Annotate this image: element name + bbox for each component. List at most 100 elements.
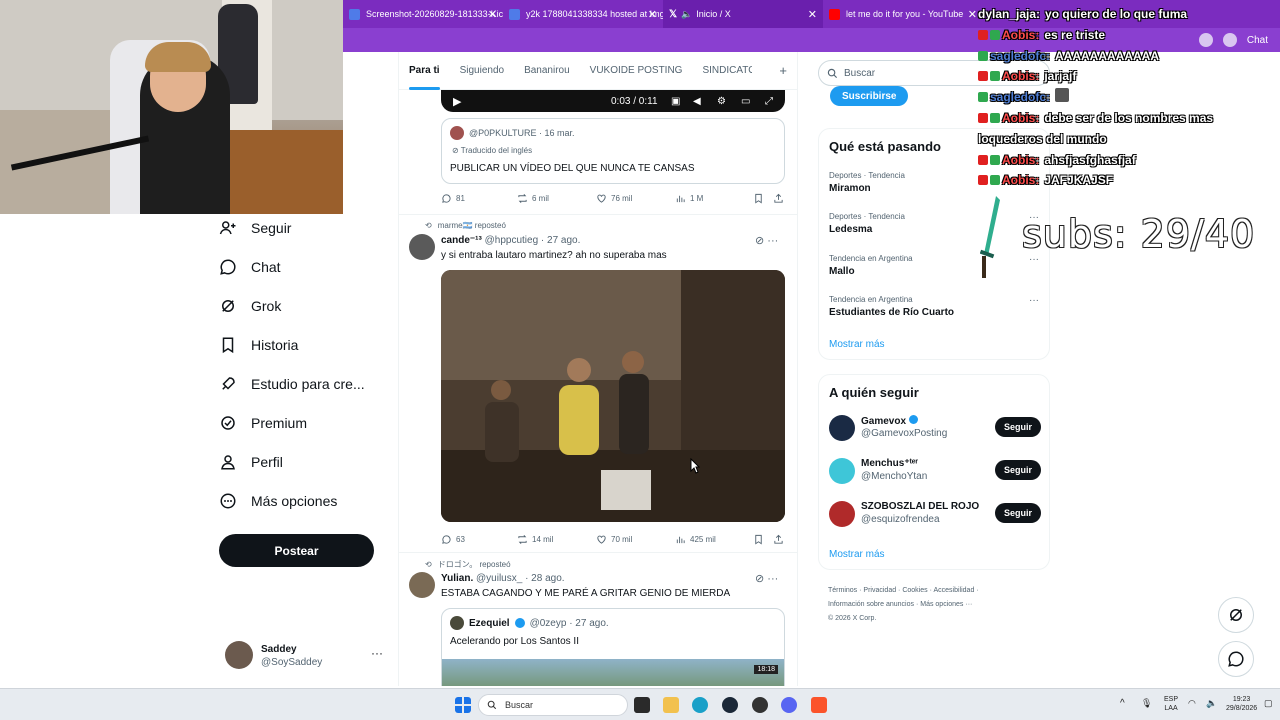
post-menu[interactable]: ⊘ ···: [755, 234, 778, 247]
repost-button[interactable]: 14 mil: [517, 534, 553, 545]
follow-button[interactable]: Seguir: [994, 417, 1041, 437]
footer-link[interactable]: Términos: [828, 587, 857, 594]
quote-video[interactable]: 18:18: [442, 659, 784, 686]
trend-item[interactable]: Deportes · Tendencia Ledesma ···: [829, 212, 1039, 235]
footer-link[interactable]: Información sobre anuncios: [828, 601, 914, 608]
grok-fab-button[interactable]: [1218, 597, 1254, 633]
sidebar-item-seguir[interactable]: Seguir: [219, 214, 291, 242]
add-tab-icon[interactable]: +: [779, 63, 787, 78]
post[interactable]: ⟲ ドロゴン。 reposteó Yulian. @yuilusx_ · 28 a…: [399, 553, 797, 686]
close-icon[interactable]: ✕: [488, 8, 497, 21]
sidebar-item-grok[interactable]: Grok: [219, 292, 281, 320]
views-button[interactable]: 425 mil: [675, 534, 716, 545]
post-video[interactable]: [441, 270, 785, 522]
follow-suggestion[interactable]: SZOBOSZLAI DEL ROJO @esquizofrendea Segu…: [829, 499, 1041, 531]
tab-siguiendo[interactable]: Siguiendo: [450, 52, 514, 90]
more-icon[interactable]: ···: [371, 646, 383, 660]
steam-icon[interactable]: [722, 697, 738, 713]
sidebar-item-estudio[interactable]: Estudio para cre...: [219, 370, 365, 398]
more-icon[interactable]: ···: [767, 573, 778, 585]
tab-para-ti[interactable]: Para ti: [399, 52, 450, 90]
views-button[interactable]: 1 M: [675, 193, 703, 204]
post[interactable]: ▶ 0:03 / 0:11 ▣ ◀ ⚙ ▭ ⤢ @P0PKULTURE · 16…: [399, 90, 797, 215]
microphone-icon[interactable]: 🎙: [1141, 699, 1152, 708]
close-icon[interactable]: ✕: [808, 8, 817, 21]
chevron-up-icon[interactable]: ^: [1120, 699, 1125, 709]
post-author[interactable]: cande⁻¹³ @hppcutieg · 27 ago.: [441, 235, 580, 246]
discord-icon[interactable]: [781, 697, 797, 713]
like-button[interactable]: 76 mil: [596, 193, 632, 204]
sidebar-item-perfil[interactable]: Perfil: [219, 448, 283, 476]
browser-tab[interactable]: Screenshot-20260829-181333-Kic ✕: [343, 0, 503, 28]
post-button[interactable]: Postear: [219, 534, 374, 567]
quoted-post[interactable]: Ezequiel @0zeyp · 27 ago. Acelerando por…: [441, 608, 785, 686]
follow-button[interactable]: Seguir: [994, 503, 1041, 523]
grok-icon[interactable]: ⊘: [755, 235, 764, 247]
play-icon[interactable]: ▶: [453, 95, 461, 108]
footer-link[interactable]: Más opciones ···: [920, 601, 972, 608]
language-indicator[interactable]: ESP LAA: [1164, 695, 1178, 713]
repost-button[interactable]: 6 mil: [517, 193, 549, 204]
show-more-link[interactable]: Mostrar más: [829, 549, 885, 560]
follow-suggestion[interactable]: Menchus⁺ᵗᵉʳ @MenchoYtan Seguir: [829, 456, 1041, 488]
speaker-icon[interactable]: 🔈: [1206, 699, 1217, 708]
clock[interactable]: 19:23 29/8/2026: [1226, 695, 1257, 713]
sidebar-item-premium[interactable]: Premium: [219, 409, 307, 437]
folder-icon[interactable]: [663, 697, 679, 713]
obs-icon[interactable]: [752, 697, 768, 713]
captions-icon[interactable]: ▣: [671, 96, 680, 107]
brave-icon[interactable]: [811, 697, 827, 713]
terminal-icon[interactable]: [634, 697, 650, 713]
sidebar-item-chat[interactable]: Chat: [219, 253, 281, 281]
like-button[interactable]: 70 mil: [596, 534, 632, 545]
close-icon[interactable]: ✕: [648, 8, 657, 21]
speaker-icon[interactable]: 🔈: [681, 9, 692, 20]
trend-item[interactable]: Tendencia en Argentina Estudiantes de Río…: [829, 295, 1039, 318]
quoted-post[interactable]: @P0PKULTURE · 16 mar. ⊘ Traducido del in…: [441, 118, 785, 184]
avatar[interactable]: [409, 234, 435, 260]
bookmark-button[interactable]: [753, 534, 764, 545]
post-actions: 63 14 mil 70 mil 425 mil: [441, 534, 785, 550]
windows-start-icon[interactable]: [455, 697, 471, 713]
reply-button[interactable]: 63: [441, 534, 465, 545]
post-menu[interactable]: ⊘ ···: [755, 572, 778, 585]
tab-sindicato[interactable]: SINDICATO: [692, 52, 752, 90]
footer-link[interactable]: Cookies: [902, 587, 927, 594]
footer-link[interactable]: Accesibilidad: [933, 587, 974, 594]
show-more-link[interactable]: Mostrar más: [829, 339, 885, 350]
grok-icon[interactable]: ⊘: [755, 573, 764, 585]
browser-tab[interactable]: y2k 1788041338334 hosted at Img ✕: [503, 0, 663, 28]
account-switcher[interactable]: Saddey @SoySaddey ···: [225, 641, 395, 673]
trend-item[interactable]: Tendencia en Argentina Mallo ···: [829, 254, 1039, 277]
wifi-icon[interactable]: ◠: [1188, 699, 1196, 708]
more-icon[interactable]: ···: [1029, 295, 1039, 306]
messages-fab-button[interactable]: [1218, 641, 1254, 677]
bookmark-button[interactable]: [753, 193, 764, 204]
avatar[interactable]: [409, 572, 435, 598]
tab-vukoide[interactable]: VUKOIDE POSTING: [580, 52, 693, 90]
reply-button[interactable]: 81: [441, 193, 465, 204]
tab-bananirou[interactable]: Bananirou: [514, 52, 580, 90]
post-author[interactable]: Yulian. @yuilusx_ · 28 ago.: [441, 573, 565, 584]
subscribe-button[interactable]: Suscribirse: [830, 86, 909, 106]
edge-icon[interactable]: [692, 697, 708, 713]
follow-suggestion[interactable]: Gamevox @GamevoxPosting Seguir: [829, 413, 1041, 445]
chat-username: Aobis:: [1002, 110, 1040, 125]
more-icon[interactable]: ···: [767, 235, 778, 247]
share-button[interactable]: [773, 534, 784, 545]
sidebar-item-historia[interactable]: Historia: [219, 331, 298, 359]
browser-tab[interactable]: let me do it for you - YouTube ✕: [823, 0, 983, 28]
volume-icon[interactable]: ◀: [693, 96, 701, 107]
post[interactable]: ⟲ marme🇦🇷 reposteó cande⁻¹³ @hppcutieg · …: [399, 215, 797, 551]
browser-tab-active[interactable]: 𝕏 🔈 Inicio / X ✕: [663, 0, 823, 28]
notification-icon[interactable]: ▢: [1264, 699, 1273, 708]
pip-icon[interactable]: ▭: [741, 96, 750, 107]
footer-link[interactable]: Privacidad: [863, 587, 896, 594]
share-button[interactable]: [773, 193, 784, 204]
close-icon[interactable]: ✕: [968, 8, 977, 21]
fullscreen-icon[interactable]: ⤢: [765, 96, 773, 107]
sidebar-item-mas-opciones[interactable]: Más opciones: [219, 487, 337, 515]
taskbar-search[interactable]: Buscar: [478, 694, 628, 716]
settings-icon[interactable]: ⚙: [717, 96, 726, 107]
follow-button[interactable]: Seguir: [994, 460, 1041, 480]
